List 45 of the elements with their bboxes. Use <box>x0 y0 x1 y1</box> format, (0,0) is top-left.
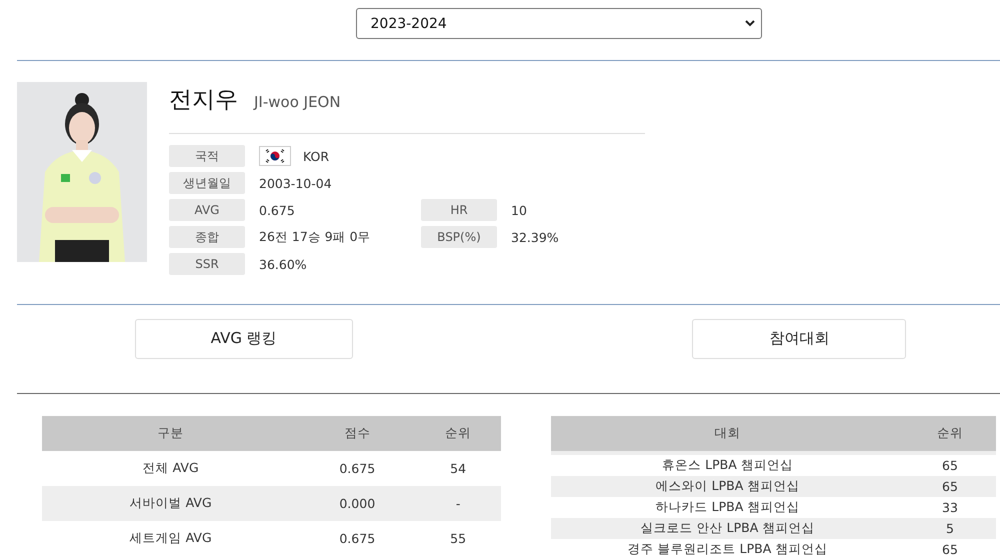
info-value: 10 <box>510 202 527 218</box>
info-label: BSP(%) <box>421 226 497 248</box>
table-cell: 하나카드 LPBA 챔피언십 <box>551 497 904 518</box>
table-cell: 54 <box>415 451 501 486</box>
player-name-english: JI-woo JEON <box>254 93 341 111</box>
column-header: 구분 <box>42 416 300 451</box>
info-value: KOR <box>303 148 330 164</box>
player-name: 전지우 <box>169 86 238 115</box>
table-cell: - <box>415 486 501 521</box>
info-label: SSR <box>169 253 245 275</box>
table-cell: 서바이벌 AVG <box>42 486 300 521</box>
table-cell: 세트게임 AVG <box>42 521 300 555</box>
table-cell: 에스와이 LPBA 챔피언십 <box>551 476 904 497</box>
column-header: 점수 <box>299 416 416 451</box>
info-value: 26전 17승 9패 0무 <box>259 228 371 246</box>
column-header: 순위 <box>904 416 996 451</box>
table-cell: 65 <box>904 539 996 555</box>
info-label: HR <box>421 199 497 221</box>
info-label: 종합 <box>169 226 245 248</box>
table-cell: 33 <box>904 497 996 518</box>
table-cell: 65 <box>904 476 996 497</box>
table-cell: 55 <box>415 521 501 555</box>
info-label: AVG <box>169 199 245 221</box>
table-cell: 경주 블루원리조트 LPBA 챔피언십 <box>551 539 904 555</box>
info-value: 0.675 <box>259 202 295 218</box>
table-cell: 0.675 <box>299 451 416 486</box>
column-header: 순위 <box>415 416 501 451</box>
info-value: 36.60% <box>259 256 307 272</box>
tab-button[interactable]: 참여대회 <box>692 318 906 358</box>
info-value: 2003-10-04 <box>259 176 332 190</box>
info-label: 생년월일 <box>169 172 245 194</box>
table-cell: 5 <box>904 518 996 539</box>
flag-icon <box>259 146 291 166</box>
table-cell: 0.000 <box>299 486 416 521</box>
table-cell: 0.675 <box>299 521 416 555</box>
table-cell: 휴온스 LPBA 챔피언십 <box>551 455 904 476</box>
info-value: 32.39% <box>510 230 559 244</box>
column-header: 대회 <box>551 416 904 451</box>
info-label: 국적 <box>169 145 245 167</box>
chevron-down-icon <box>744 20 754 27</box>
season-select[interactable]: 2023-2024 <box>356 8 762 39</box>
tab-button[interactable]: AVG 랭킹 <box>134 318 353 358</box>
table-cell: 전체 AVG <box>42 451 300 486</box>
table-cell: 실크로드 안산 LPBA 챔피언십 <box>551 518 904 539</box>
table-cell: 65 <box>904 455 996 476</box>
